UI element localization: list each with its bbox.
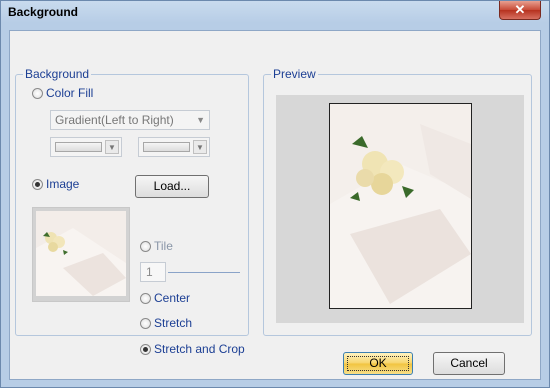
tile-count-input[interactable]: 1	[140, 262, 166, 282]
ok-button-label: OK	[369, 356, 387, 370]
tile-label[interactable]: Tile	[154, 239, 173, 253]
tile-radio[interactable]	[140, 241, 151, 252]
cancel-button[interactable]: Cancel	[433, 352, 505, 375]
window-title: Background	[8, 5, 79, 19]
preview-area	[276, 95, 524, 323]
preview-page	[329, 103, 472, 309]
chevron-down-icon[interactable]: ▼	[193, 140, 207, 154]
end-color-picker[interactable]: ▼	[138, 137, 210, 157]
gradient-select-value: Gradient(Left to Right)	[55, 113, 174, 127]
image-radio[interactable]	[32, 179, 43, 190]
ok-button[interactable]: OK	[343, 352, 413, 375]
chevron-down-icon[interactable]: ▼	[105, 140, 119, 154]
close-icon: ✕	[514, 2, 526, 17]
stretch-and-crop-radio[interactable]	[140, 344, 151, 355]
preview-group: Preview	[263, 67, 532, 336]
stretch-label[interactable]: Stretch	[154, 316, 192, 330]
chevron-down-icon: ▼	[196, 115, 205, 125]
stretch-and-crop-label[interactable]: Stretch and Crop	[154, 342, 245, 356]
preview-image	[330, 104, 471, 308]
stretch-radio[interactable]	[140, 318, 151, 329]
dialog-client-area: Background Color Fill Gradient(Left to R…	[9, 30, 541, 380]
color-fill-label[interactable]: Color Fill	[46, 86, 93, 100]
image-label[interactable]: Image	[46, 177, 79, 191]
center-label[interactable]: Center	[154, 291, 190, 305]
color-fill-radio[interactable]	[32, 88, 43, 99]
image-thumbnail	[32, 207, 130, 302]
title-bar[interactable]: Background ✕	[1, 1, 549, 25]
start-color-swatch	[55, 142, 102, 152]
background-group-legend: Background	[23, 67, 92, 81]
load-button[interactable]: Load...	[135, 175, 209, 198]
gradient-select[interactable]: Gradient(Left to Right) ▼	[50, 110, 210, 130]
thumbnail-image	[36, 211, 126, 296]
end-color-swatch	[143, 142, 190, 152]
tile-count-slider-line	[168, 272, 240, 273]
background-group: Background Color Fill Gradient(Left to R…	[15, 67, 249, 356]
close-button[interactable]: ✕	[499, 1, 541, 20]
center-radio[interactable]	[140, 293, 151, 304]
dialog-window: Background ✕ Background Color Fill Gradi…	[0, 0, 550, 388]
preview-group-legend: Preview	[271, 67, 318, 81]
start-color-picker[interactable]: ▼	[50, 137, 122, 157]
